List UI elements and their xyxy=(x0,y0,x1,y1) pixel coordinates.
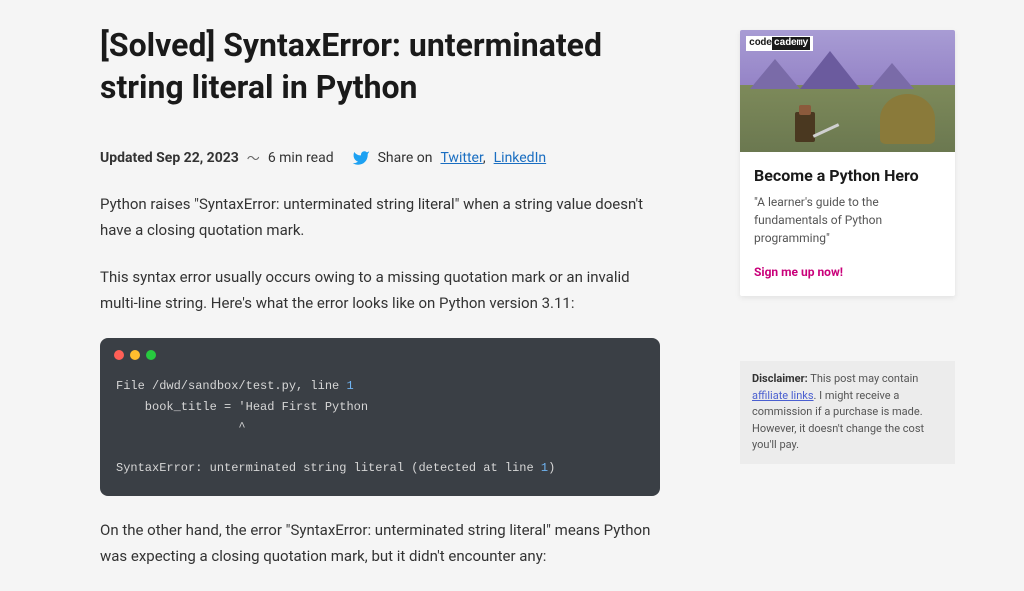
affiliate-links-link[interactable]: affiliate links xyxy=(752,389,814,402)
hero-character-icon xyxy=(795,112,815,142)
code-line: SyntaxError: unterminated string literal… xyxy=(116,461,541,475)
article-main: [Solved] SyntaxError: unterminated strin… xyxy=(100,25,660,591)
sword-icon xyxy=(813,123,840,138)
disclaimer-box: Disclaimer: This post may contain affili… xyxy=(740,361,955,464)
article-meta: Updated Sep 22, 2023 〜 6 min read Share … xyxy=(100,148,660,167)
read-time: 6 min read xyxy=(268,150,334,166)
disclaimer-label: Disclaimer: xyxy=(752,372,808,385)
sidebar: codecademy Become a Python Hero "A learn… xyxy=(740,25,955,591)
window-close-icon xyxy=(114,350,124,360)
ad-hero-image: codecademy xyxy=(740,30,955,152)
ad-description: "A learner's guide to the fundamentals o… xyxy=(754,193,941,247)
share-twitter-link[interactable]: Twitter xyxy=(440,150,482,166)
window-maximize-icon xyxy=(146,350,156,360)
share-linkedin-link[interactable]: LinkedIn xyxy=(494,150,547,166)
page-title: [Solved] SyntaxError: unterminated strin… xyxy=(100,25,660,108)
link-separator: , xyxy=(483,150,486,166)
bush-decoration xyxy=(880,94,935,144)
ad-body: Become a Python Hero "A learner's guide … xyxy=(740,152,955,296)
ad-cta-link[interactable]: Sign me up now! xyxy=(754,265,843,279)
twitter-icon[interactable] xyxy=(352,149,370,167)
paragraph: Python raises "SyntaxError: unterminated… xyxy=(100,192,660,243)
ad-title: Become a Python Hero xyxy=(754,166,941,185)
mountain-decoration xyxy=(740,49,955,89)
share-label: Share on xyxy=(378,150,433,166)
paragraph: On the other hand, the error "SyntaxErro… xyxy=(100,518,660,569)
code-line: book_title = 'Head First Python xyxy=(116,400,368,414)
paragraph: This syntax error usually occurs owing t… xyxy=(100,265,660,316)
code-block: File /dwd/sandbox/test.py, line 1 book_t… xyxy=(100,338,660,496)
code-line-number: 1 xyxy=(346,379,353,393)
code-line: File /dwd/sandbox/test.py, line xyxy=(116,379,346,393)
window-minimize-icon xyxy=(130,350,140,360)
code-line: ^ xyxy=(116,420,246,434)
disclaimer-text: This post may contain xyxy=(808,372,919,385)
separator-wave: 〜 xyxy=(247,148,260,167)
code-window-controls xyxy=(100,338,660,366)
ad-card[interactable]: codecademy Become a Python Hero "A learn… xyxy=(740,30,955,296)
code-line-number: 1 xyxy=(541,461,548,475)
updated-date: Updated Sep 22, 2023 xyxy=(100,150,239,166)
code-line: ) xyxy=(548,461,555,475)
code-content: File /dwd/sandbox/test.py, line 1 book_t… xyxy=(100,366,660,496)
